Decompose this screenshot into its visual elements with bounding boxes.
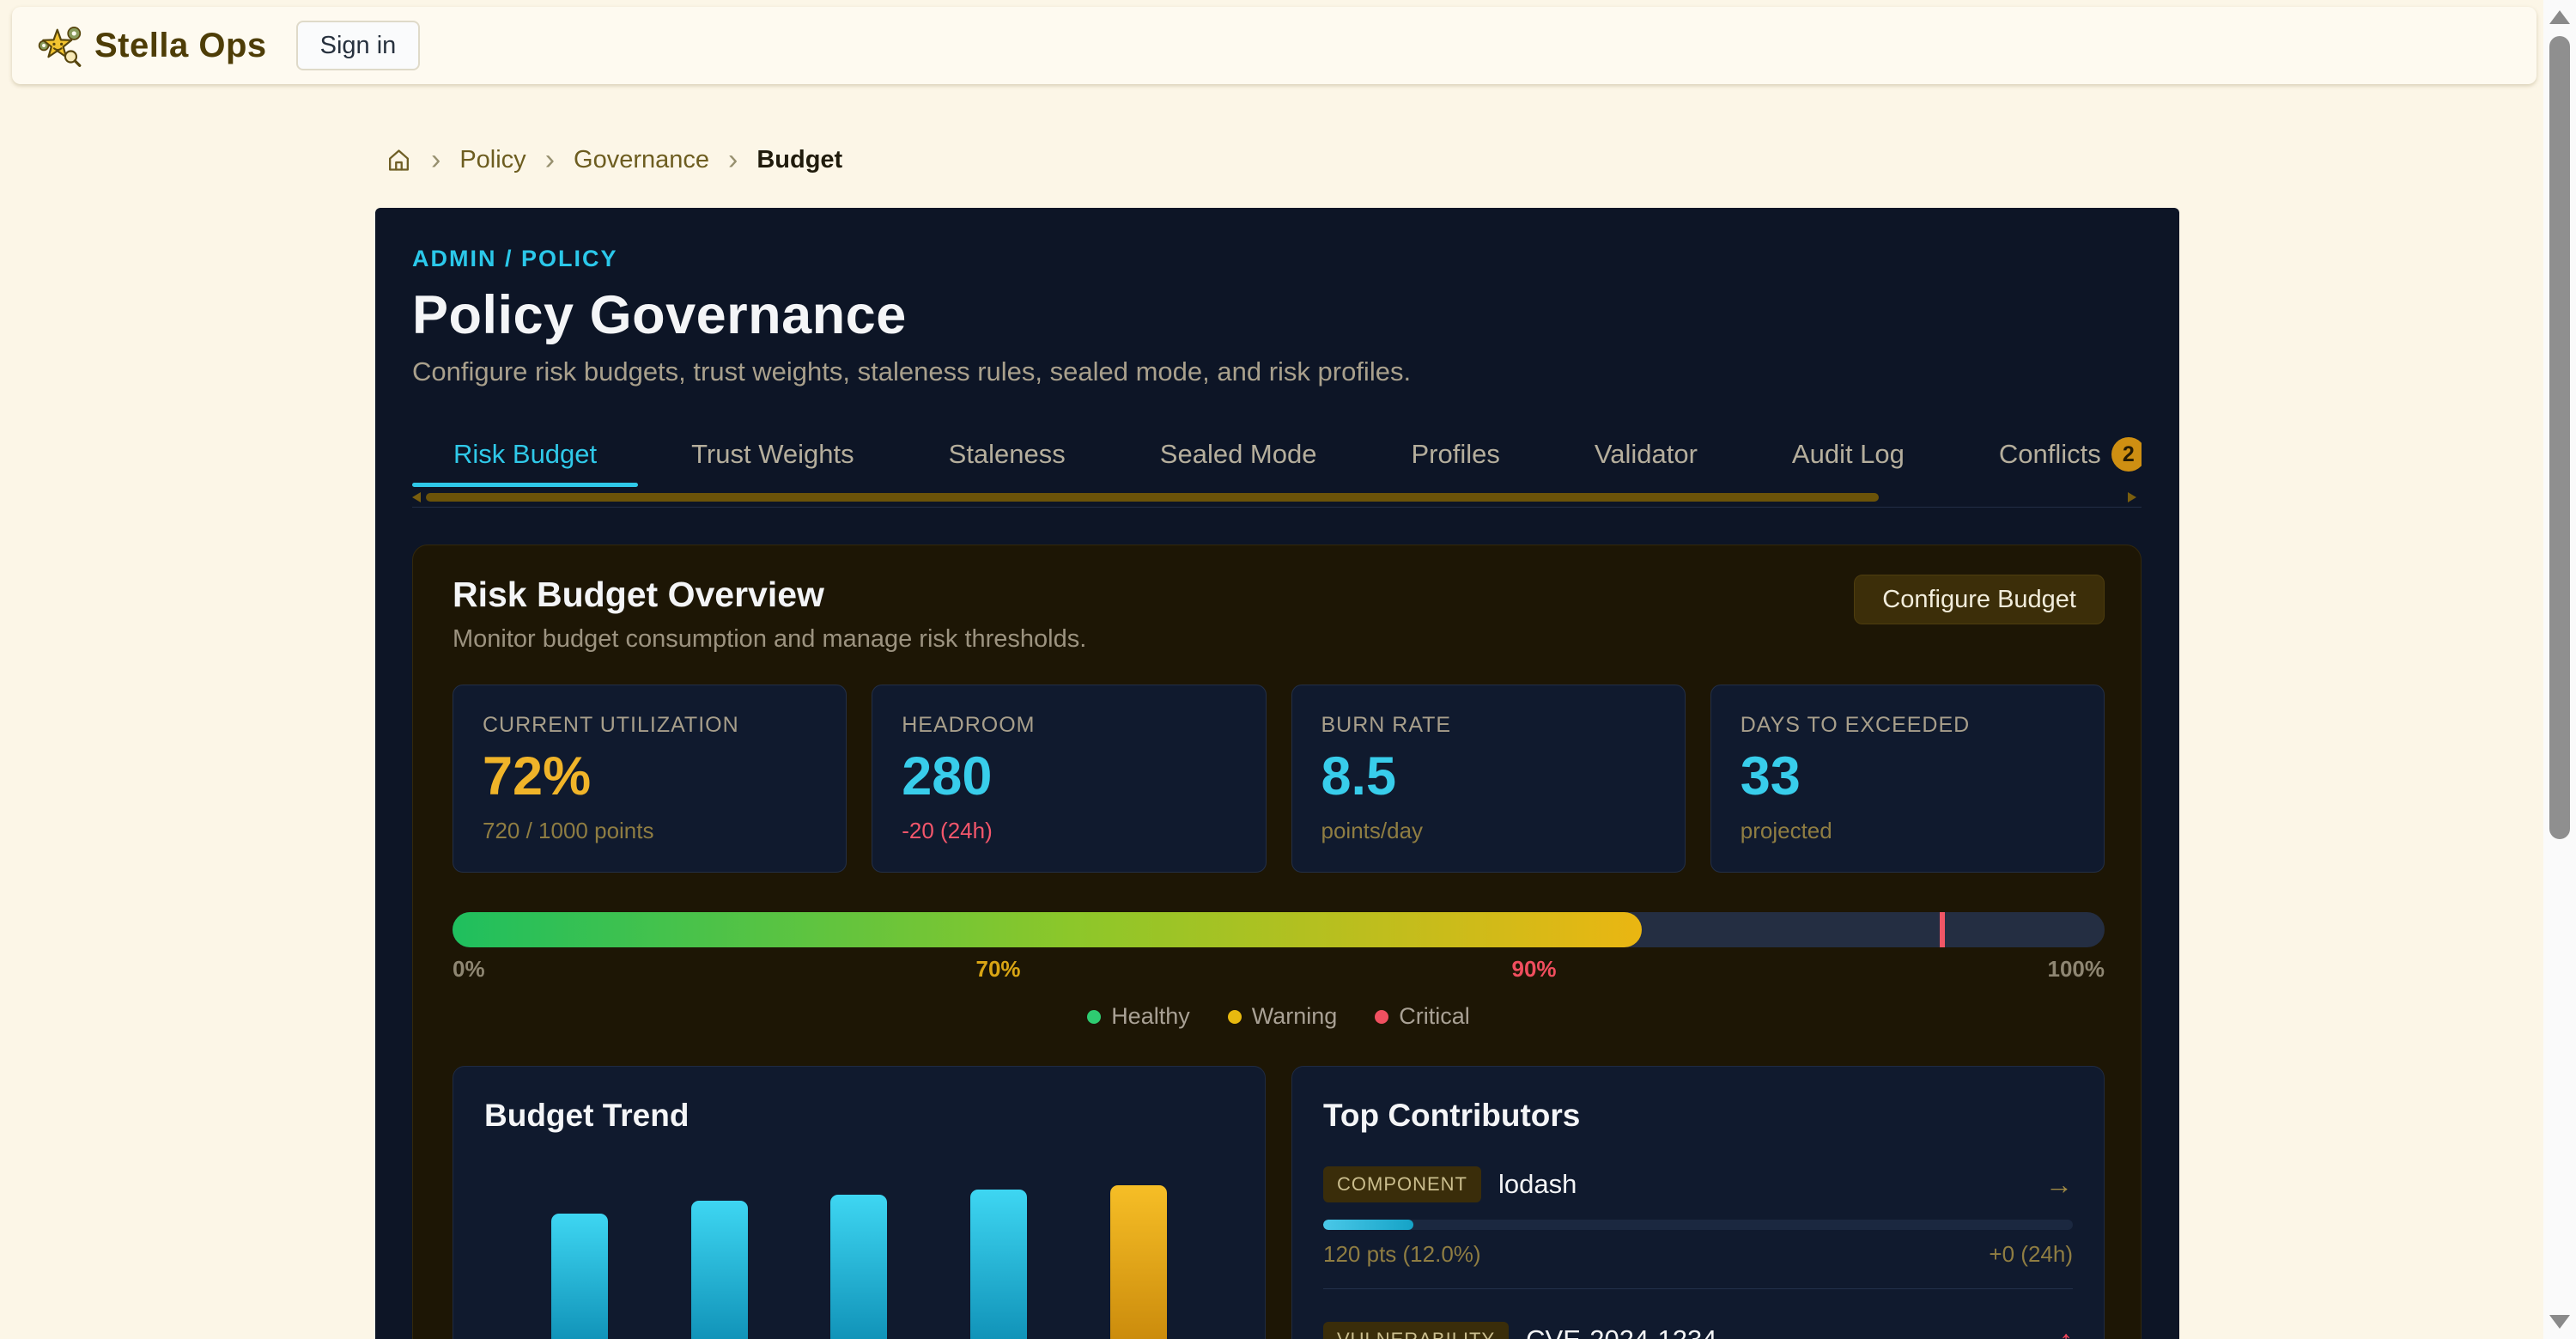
page-subtitle: Configure risk budgets, trust weights, s… xyxy=(412,356,2142,387)
utilization-gauge xyxy=(453,912,2105,947)
breadcrumb-separator: › xyxy=(545,145,555,174)
warning-dot-icon xyxy=(1228,1010,1242,1024)
contributor-cve-2024-1234[interactable]: VULNERABILITY CVE-2024-1234 ↑ 95 pts (9.… xyxy=(1323,1322,2073,1339)
breadcrumb-separator: › xyxy=(431,145,440,174)
tab-validator[interactable]: Validator xyxy=(1553,422,1739,487)
breadcrumb-governance[interactable]: Governance xyxy=(574,146,709,174)
conflicts-count-badge: 2 xyxy=(2111,437,2142,472)
arrow-right-icon: → xyxy=(2045,1169,2073,1201)
brand-name: Stella Ops xyxy=(94,27,267,65)
breadcrumb-budget: Budget xyxy=(756,146,842,174)
tabs-divider xyxy=(412,507,2142,508)
page-title: Policy Governance xyxy=(412,284,2142,346)
stat-headroom: HEADROOM 280 -20 (24h) xyxy=(872,685,1266,873)
tab-staleness[interactable]: Staleness xyxy=(908,422,1107,487)
app-window: Stella Ops Sign in › Policy › Governance… xyxy=(0,0,2576,1339)
trend-bar xyxy=(830,1195,887,1339)
arrow-up-icon: ↑ xyxy=(2059,1324,2073,1339)
gauge-fill xyxy=(453,912,1642,947)
top-contributors-title: Top Contributors xyxy=(1323,1098,2073,1134)
scroll-up-icon[interactable] xyxy=(2549,10,2570,24)
sign-in-button[interactable]: Sign in xyxy=(296,21,421,70)
page-scrollbar[interactable] xyxy=(2543,0,2576,1339)
healthy-dot-icon xyxy=(1087,1010,1101,1024)
tab-risk-budget[interactable]: Risk Budget xyxy=(412,422,638,487)
stat-burn-rate: BURN RATE 8.5 points/day xyxy=(1291,685,1686,873)
policy-governance-panel: ADMIN / POLICY Policy Governance Configu… xyxy=(375,208,2179,1339)
budget-trend-title: Budget Trend xyxy=(484,1098,1234,1134)
tab-trust-weights[interactable]: Trust Weights xyxy=(650,422,896,487)
page-scrollbar-thumb[interactable] xyxy=(2549,36,2570,839)
scroll-down-icon[interactable] xyxy=(2549,1315,2570,1329)
critical-dot-icon xyxy=(1375,1010,1388,1024)
stats-row: CURRENT UTILIZATION 72% 720 / 1000 point… xyxy=(453,685,2105,873)
tabs-scrollbar[interactable] xyxy=(412,492,2142,502)
trend-bar xyxy=(551,1214,608,1339)
trend-bar xyxy=(691,1201,748,1339)
home-icon[interactable] xyxy=(386,147,412,173)
stat-days-to-exceeded: DAYS TO EXCEEDED 33 projected xyxy=(1710,685,2105,873)
tab-conflicts[interactable]: Conflicts 2 xyxy=(1958,422,2142,487)
stat-current-utilization: CURRENT UTILIZATION 72% 720 / 1000 point… xyxy=(453,685,847,873)
overview-subtitle: Monitor budget consumption and manage ri… xyxy=(453,625,1086,654)
tabs-scrollbar-thumb[interactable] xyxy=(426,493,1879,502)
section-eyebrow: ADMIN / POLICY xyxy=(412,246,2142,272)
gauge-critical-marker xyxy=(1940,912,1945,947)
overview-title: Risk Budget Overview xyxy=(453,575,1086,615)
topbar: Stella Ops Sign in xyxy=(12,7,2537,84)
gauge-legend: Healthy Warning Critical xyxy=(453,1003,2105,1030)
tabs-scroll-left-icon[interactable] xyxy=(412,492,421,502)
budget-trend-card: Budget Trend 12/1 12/8 12/15 12/22 12/29 xyxy=(453,1066,1266,1339)
trend-bar xyxy=(970,1190,1027,1339)
gauge-threshold-labels: 0% 70% 90% 100% xyxy=(453,956,2105,983)
type-chip: COMPONENT xyxy=(1323,1166,1481,1202)
contributor-lodash[interactable]: COMPONENT lodash → 120 pts (12.0%) +0 (2… xyxy=(1323,1166,2073,1289)
breadcrumb-separator: › xyxy=(728,145,738,174)
legend-critical: Critical xyxy=(1375,1003,1470,1030)
tab-sealed-mode[interactable]: Sealed Mode xyxy=(1119,422,1358,487)
breadcrumb-policy[interactable]: Policy xyxy=(459,146,526,174)
tab-audit-log[interactable]: Audit Log xyxy=(1751,422,1946,487)
tab-bar: Risk Budget Trust Weights Staleness Seal… xyxy=(412,422,2142,487)
brand[interactable]: Stella Ops xyxy=(38,23,267,68)
contribution-bar xyxy=(1323,1220,2073,1230)
stella-ops-logo-icon xyxy=(38,23,82,68)
configure-budget-button[interactable]: Configure Budget xyxy=(1854,575,2105,624)
top-contributors-card: Top Contributors COMPONENT lodash → xyxy=(1291,1066,2105,1339)
legend-warning: Warning xyxy=(1228,1003,1338,1030)
tabs-scroll-right-icon[interactable] xyxy=(2128,492,2136,502)
tab-profiles[interactable]: Profiles xyxy=(1370,422,1540,487)
trend-bar xyxy=(1110,1185,1167,1339)
risk-budget-overview-card: Risk Budget Overview Monitor budget cons… xyxy=(412,545,2142,1339)
breadcrumb: › Policy › Governance › Budget xyxy=(386,136,842,184)
divider xyxy=(1323,1288,2073,1289)
type-chip: VULNERABILITY xyxy=(1323,1322,1509,1339)
budget-trend-chart xyxy=(484,1142,1234,1339)
legend-healthy: Healthy xyxy=(1087,1003,1190,1030)
